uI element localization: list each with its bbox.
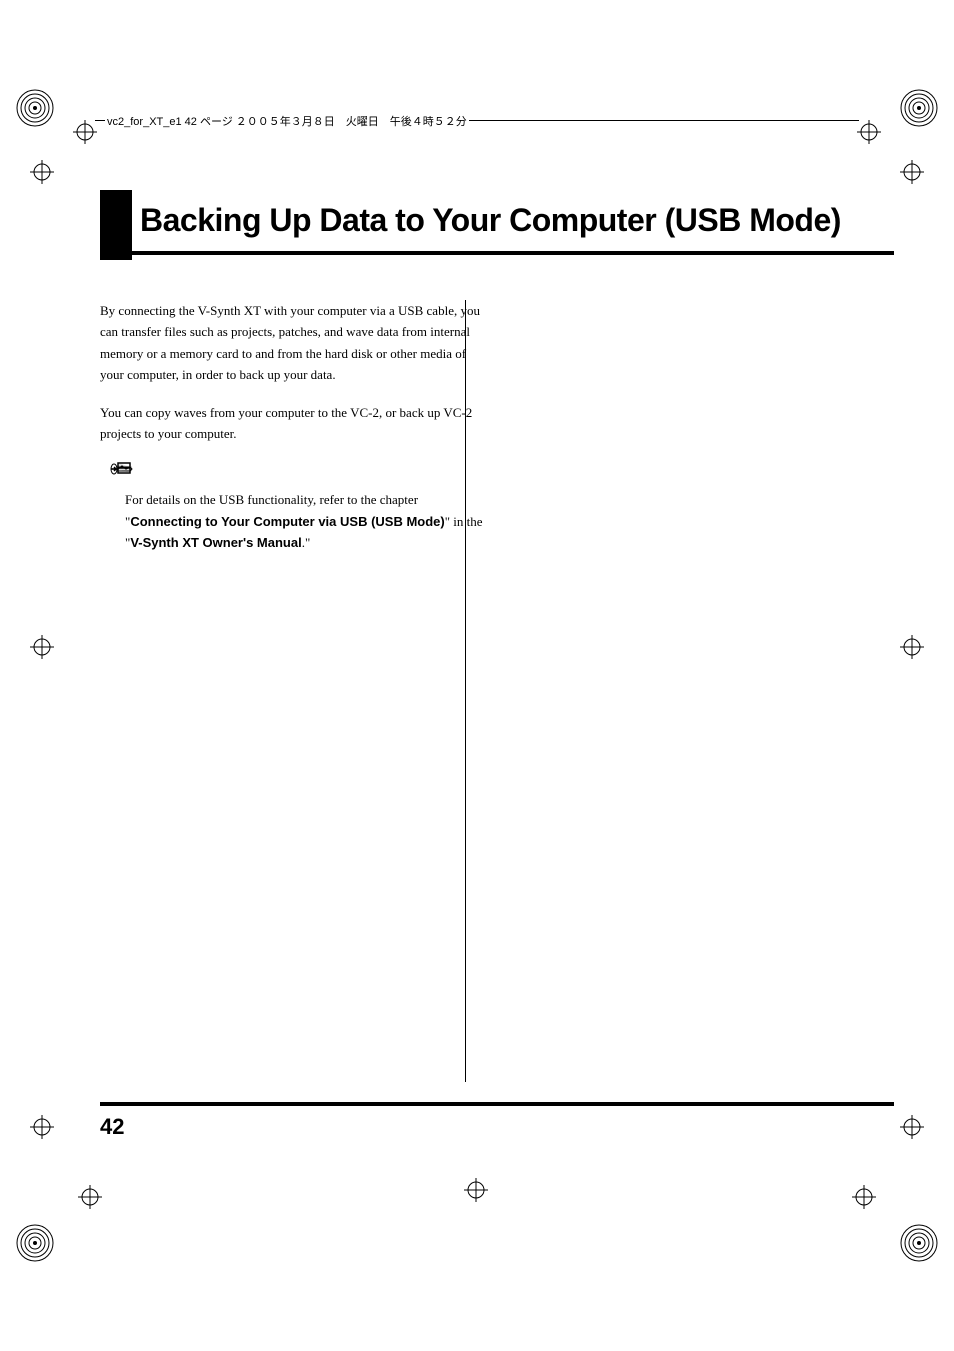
page-number: 42 (100, 1114, 124, 1140)
registration-mark-corner (15, 1223, 55, 1263)
registration-crosshair (464, 1178, 488, 1202)
registration-mark-corner (899, 1223, 939, 1263)
title-underline (100, 251, 894, 255)
registration-crosshair (857, 120, 881, 144)
chapter-title: Backing Up Data to Your Computer (USB Mo… (140, 190, 894, 239)
registration-crosshair (900, 1115, 924, 1139)
column-divider (465, 300, 466, 1082)
chapter-tab (100, 190, 132, 260)
registration-crosshair (30, 635, 54, 659)
paragraph-copy: You can copy waves from your computer to… (100, 402, 485, 445)
body-text-column: By connecting the V-Synth XT with your c… (100, 300, 485, 553)
main-content: Backing Up Data to Your Computer (USB Mo… (100, 190, 894, 569)
paragraph-reference: For details on the USB functionality, re… (125, 489, 485, 553)
header-file-info: vc2_for_XT_e1 42 ページ ２００５年３月８日 火曜日 午後４時５… (105, 113, 469, 129)
registration-crosshair (900, 160, 924, 184)
ref-bold-chapter: Connecting to Your Computer via USB (USB… (130, 514, 444, 529)
registration-crosshair (30, 160, 54, 184)
registration-mark-corner (15, 88, 55, 128)
registration-crosshair (900, 635, 924, 659)
ref-text-end: ." (302, 535, 311, 550)
paragraph-intro: By connecting the V-Synth XT with your c… (100, 300, 485, 386)
registration-crosshair (78, 1185, 102, 1209)
registration-crosshair (73, 120, 97, 144)
ref-bold-manual: V-Synth XT Owner's Manual (130, 535, 301, 550)
registration-crosshair (30, 1115, 54, 1139)
registration-mark-corner (899, 88, 939, 128)
footer-rule (100, 1102, 894, 1106)
registration-crosshair (852, 1185, 876, 1209)
reference-icon (110, 461, 485, 483)
